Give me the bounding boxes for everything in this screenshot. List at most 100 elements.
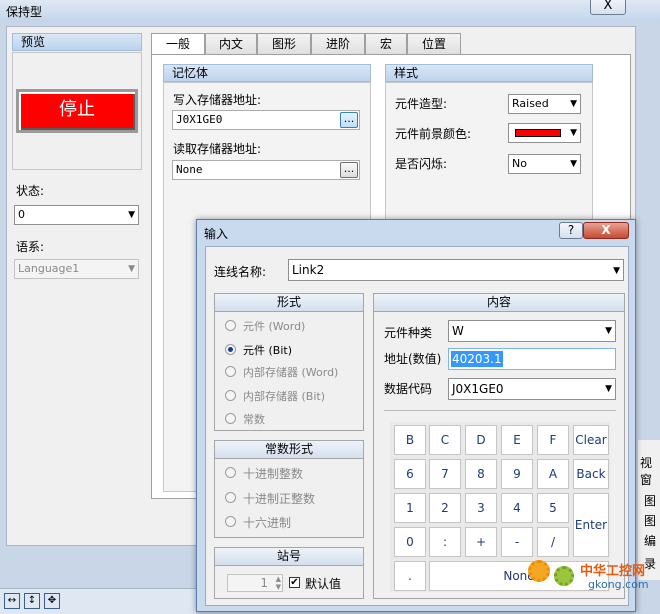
style-header: 样式 (385, 64, 593, 82)
read-address-field[interactable]: None (172, 160, 360, 180)
chevron-down-icon: ▼ (570, 159, 577, 169)
address-label: 地址(数值) (384, 352, 442, 366)
memory-header: 记忆体 (163, 64, 371, 82)
read-address-browse-button[interactable]: ... (340, 162, 358, 178)
write-address-browse-button[interactable]: ... (340, 112, 358, 128)
blink-value: No (512, 157, 527, 170)
shape-label: 元件造型: (395, 97, 448, 111)
stop-button-preview: 停止 (16, 89, 138, 133)
radio-button[interactable] (225, 390, 236, 401)
key-4[interactable]: 4 (501, 493, 533, 523)
key-back[interactable]: Back (573, 459, 609, 489)
data-code-select[interactable]: J0X1GE0 ▼ (448, 378, 616, 400)
chevron-down-icon: ▼ (128, 210, 135, 220)
state-select[interactable]: 0 ▼ (14, 205, 139, 225)
tab-general[interactable]: 一般 (151, 33, 205, 55)
key-5[interactable]: 5 (537, 493, 569, 523)
window-close-button[interactable]: X (590, 0, 626, 15)
chevron-down-icon: ▼ (605, 326, 612, 336)
tab-graphic[interactable]: 图形 (257, 33, 311, 55)
fit-height-icon[interactable]: ↕ (24, 593, 40, 609)
element-type-select[interactable]: W ▼ (448, 320, 616, 342)
key-0[interactable]: 0 (394, 527, 426, 557)
write-address-field[interactable]: J0X1GE0 (172, 110, 360, 130)
radio-button[interactable] (225, 366, 236, 377)
key-plus[interactable]: + (465, 527, 497, 557)
input-dialog: 输入 ? X 连线名称: Link2 ▼ 形式 元件 (Word) 元件 (Bi… (196, 219, 636, 612)
constant-form-group: 常数形式 十进制整数 十进制正整数 十六进制 (214, 440, 364, 538)
key-slash[interactable]: / (537, 527, 569, 557)
form-option-label: 元件 (Bit) (243, 344, 292, 357)
constant-option-label: 十进制整数 (243, 467, 304, 481)
window-titlebar (0, 0, 660, 22)
radio-button[interactable] (225, 516, 236, 527)
fit-width-icon[interactable]: ↔ (4, 593, 20, 609)
window-title: 保持型 (6, 5, 43, 19)
station-spinner[interactable]: 1 ▲ ▼ (227, 574, 283, 592)
key-3[interactable]: 3 (465, 493, 497, 523)
key-minus[interactable]: - (501, 527, 533, 557)
key-c[interactable]: C (429, 425, 461, 455)
spinner-arrows-icon[interactable]: ▲ ▼ (276, 575, 281, 591)
radio-button[interactable] (225, 320, 236, 331)
tab-advanced[interactable]: 进阶 (311, 33, 365, 55)
write-address-value: J0X1GE0 (176, 113, 223, 126)
form-group: 形式 元件 (Word) 元件 (Bit) 内部存储器 (Word) 内部存储器… (214, 293, 364, 431)
station-value: 1 (260, 576, 268, 590)
chevron-down-icon: ▼ (570, 99, 577, 109)
key-1[interactable]: 1 (394, 493, 426, 523)
chevron-down-icon: ▼ (605, 384, 612, 394)
side-fragment-text: 视窗 (640, 456, 653, 487)
key-6[interactable]: 6 (394, 459, 426, 489)
shape-select[interactable]: Raised ▼ (508, 94, 581, 114)
key-8[interactable]: 8 (465, 459, 497, 489)
side-fragment-text: 录 (644, 557, 657, 571)
key-enter[interactable]: Enter (573, 493, 609, 557)
tab-text[interactable]: 内文 (205, 33, 257, 55)
chevron-down-icon: ▼ (570, 128, 577, 138)
language-label: 语系: (16, 240, 45, 254)
key-7[interactable]: 7 (429, 459, 461, 489)
radio-button[interactable] (225, 492, 236, 503)
data-code-label: 数据代码 (384, 382, 433, 396)
default-checkbox[interactable]: ✔ (289, 577, 300, 588)
key-a[interactable]: A (537, 459, 569, 489)
blink-select[interactable]: No ▼ (508, 154, 581, 174)
default-label: 默认值 (305, 577, 342, 591)
dialog-help-button[interactable]: ? (559, 222, 583, 239)
key-d[interactable]: D (465, 425, 497, 455)
read-address-value: None (176, 163, 203, 176)
preview-header: 预览 (12, 33, 142, 51)
station-header: 站号 (215, 548, 363, 566)
dialog-close-button[interactable]: X (583, 222, 629, 239)
form-option-label: 内部存储器 (Bit) (243, 390, 325, 403)
write-address-label: 写入存储器地址: (173, 93, 262, 107)
fit-page-icon[interactable]: ✥ (44, 593, 60, 609)
radio-button[interactable] (225, 467, 236, 478)
radio-button-selected[interactable] (225, 344, 236, 355)
key-9[interactable]: 9 (501, 459, 533, 489)
fg-color-select[interactable]: ▼ (508, 123, 581, 143)
address-input[interactable]: 40203.1 (448, 348, 616, 370)
language-select[interactable]: Language1 ▼ (14, 259, 139, 279)
fg-color-swatch (515, 129, 561, 137)
key-colon[interactable]: : (429, 527, 461, 557)
dialog-title: 输入 (204, 227, 229, 241)
link-select[interactable]: Link2 ▼ (288, 259, 624, 281)
link-label: 连线名称: (214, 265, 267, 279)
content-header: 内容 (374, 294, 624, 312)
key-e[interactable]: E (501, 425, 533, 455)
dialog-body: 连线名称: Link2 ▼ 形式 元件 (Word) 元件 (Bit) 内部存储… (205, 246, 629, 606)
blink-label: 是否闪烁: (395, 157, 448, 171)
tab-macro[interactable]: 宏 (365, 33, 407, 55)
side-fragment-text: 图 (644, 514, 657, 528)
form-option-label: 常数 (243, 413, 265, 426)
key-2[interactable]: 2 (429, 493, 461, 523)
key-b[interactable]: B (394, 425, 426, 455)
key-f[interactable]: F (537, 425, 569, 455)
watermark-url: gkong.com (588, 578, 649, 591)
radio-button[interactable] (225, 413, 236, 424)
key-clear[interactable]: Clear (573, 425, 609, 455)
tab-position[interactable]: 位置 (407, 33, 461, 55)
key-dot[interactable]: . (394, 561, 426, 591)
